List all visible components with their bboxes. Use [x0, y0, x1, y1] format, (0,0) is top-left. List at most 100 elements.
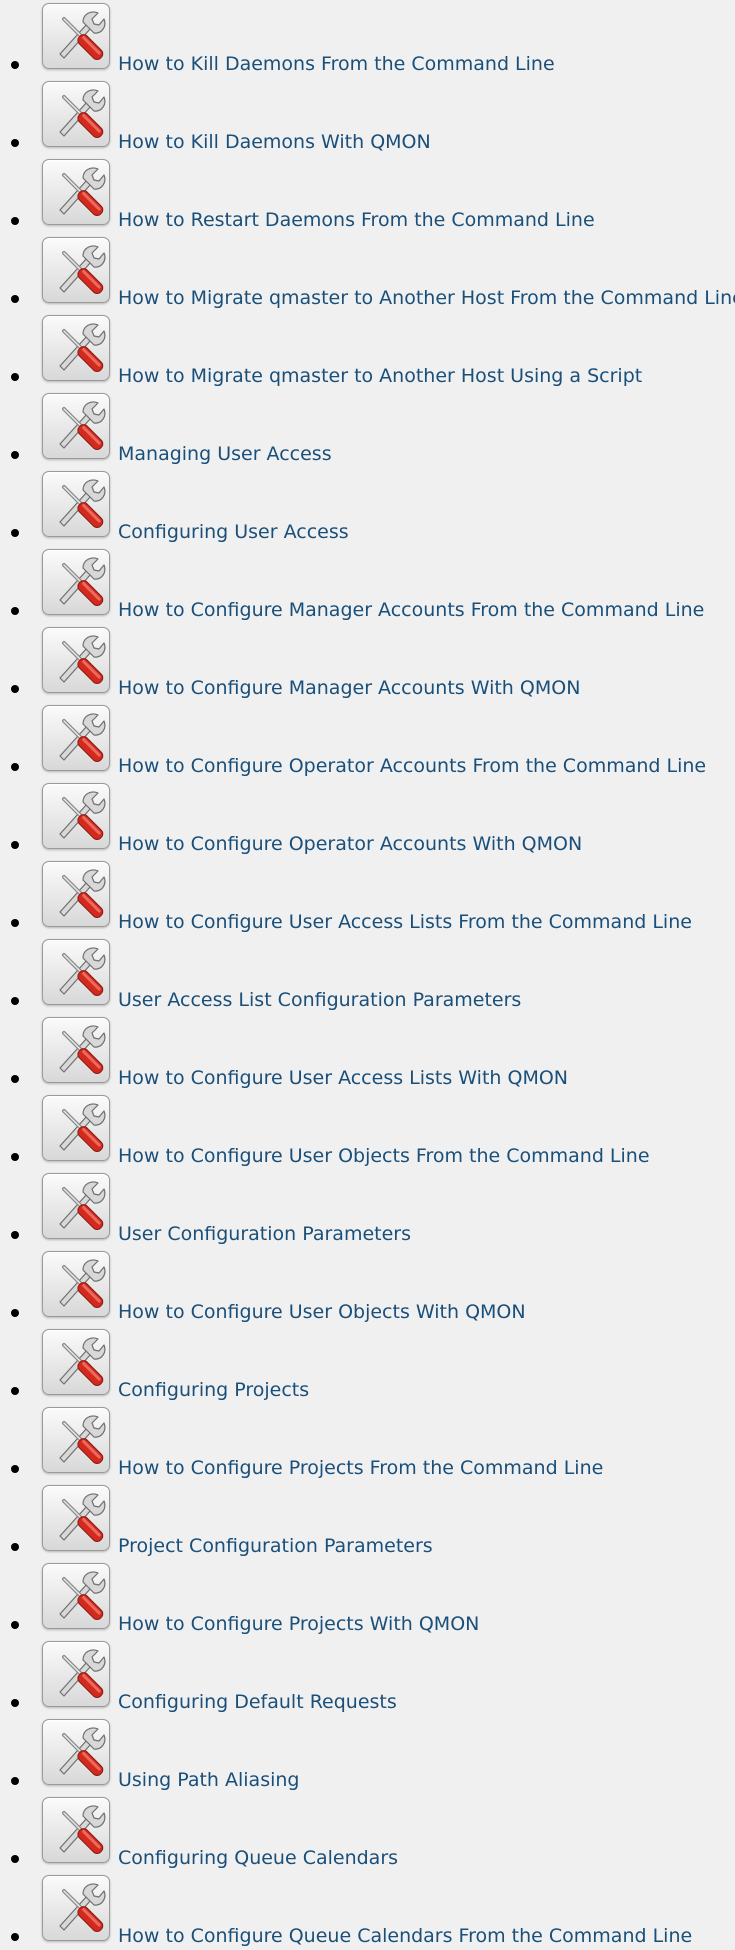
wrench-screwdriver-icon[interactable] — [42, 1251, 110, 1317]
list-item: How to Configure Operator Accounts From … — [0, 702, 735, 780]
topic-link[interactable]: Configuring User Access — [118, 521, 349, 543]
bullet-icon — [11, 139, 19, 147]
wrench-screwdriver-icon[interactable] — [42, 159, 110, 225]
topic-link[interactable]: How to Configure Manager Accounts With Q… — [118, 677, 580, 699]
list-item: Configuring Default Requests — [0, 1638, 735, 1716]
bullet-icon — [11, 763, 19, 771]
list-item: Using Path Aliasing — [0, 1716, 735, 1794]
bullet-icon — [11, 1465, 19, 1473]
list-item: How to Migrate qmaster to Another Host F… — [0, 234, 735, 312]
wrench-screwdriver-icon[interactable] — [42, 3, 110, 69]
bullet-icon — [11, 1543, 19, 1551]
list-item: How to Configure Queue Calendars From th… — [0, 1872, 735, 1950]
topic-link[interactable]: How to Kill Daemons From the Command Lin… — [118, 53, 555, 75]
list-item: How to Restart Daemons From the Command … — [0, 156, 735, 234]
topic-link[interactable]: Project Configuration Parameters — [118, 1535, 433, 1557]
bullet-icon — [11, 1309, 19, 1317]
bullet-icon — [11, 295, 19, 303]
wrench-screwdriver-icon[interactable] — [42, 705, 110, 771]
wrench-screwdriver-icon[interactable] — [42, 1095, 110, 1161]
topic-list: How to Kill Daemons From the Command Lin… — [0, 0, 735, 1950]
topic-link[interactable]: User Configuration Parameters — [118, 1223, 411, 1245]
wrench-screwdriver-icon[interactable] — [42, 393, 110, 459]
bullet-icon — [11, 1699, 19, 1707]
topic-link[interactable]: How to Configure User Objects With QMON — [118, 1301, 526, 1323]
list-item: Configuring Queue Calendars — [0, 1794, 735, 1872]
bullet-icon — [11, 1777, 19, 1785]
list-item: How to Configure User Access Lists With … — [0, 1014, 735, 1092]
list-item: How to Configure Operator Accounts With … — [0, 780, 735, 858]
topic-link[interactable]: How to Configure User Objects From the C… — [118, 1145, 650, 1167]
bullet-icon — [11, 217, 19, 225]
topic-link[interactable]: How to Configure Projects With QMON — [118, 1613, 479, 1635]
topic-link[interactable]: Configuring Default Requests — [118, 1691, 397, 1713]
wrench-screwdriver-icon[interactable] — [42, 315, 110, 381]
wrench-screwdriver-icon[interactable] — [42, 1641, 110, 1707]
wrench-screwdriver-icon[interactable] — [42, 1329, 110, 1395]
list-item: How to Configure User Access Lists From … — [0, 858, 735, 936]
topic-link[interactable]: How to Configure Queue Calendars From th… — [118, 1925, 692, 1947]
list-item: How to Kill Daemons From the Command Lin… — [0, 0, 735, 78]
topic-link[interactable]: How to Restart Daemons From the Command … — [118, 209, 595, 231]
bullet-icon — [11, 529, 19, 537]
bullet-icon — [11, 373, 19, 381]
bullet-icon — [11, 1387, 19, 1395]
topic-link[interactable]: How to Migrate qmaster to Another Host F… — [118, 287, 735, 309]
wrench-screwdriver-icon[interactable] — [42, 549, 110, 615]
topic-link[interactable]: How to Configure Projects From the Comma… — [118, 1457, 603, 1479]
topic-link[interactable]: Managing User Access — [118, 443, 332, 465]
bullet-icon — [11, 1933, 19, 1941]
bullet-icon — [11, 997, 19, 1005]
bullet-icon — [11, 451, 19, 459]
bullet-icon — [11, 919, 19, 927]
wrench-screwdriver-icon[interactable] — [42, 1485, 110, 1551]
list-item: How to Kill Daemons With QMON — [0, 78, 735, 156]
wrench-screwdriver-icon[interactable] — [42, 627, 110, 693]
list-item: How to Configure User Objects With QMON — [0, 1248, 735, 1326]
list-item: Configuring Projects — [0, 1326, 735, 1404]
wrench-screwdriver-icon[interactable] — [42, 1173, 110, 1239]
list-item: User Configuration Parameters — [0, 1170, 735, 1248]
topic-link[interactable]: How to Configure User Access Lists From … — [118, 911, 692, 933]
list-item: How to Configure User Objects From the C… — [0, 1092, 735, 1170]
topic-link[interactable]: How to Migrate qmaster to Another Host U… — [118, 365, 642, 387]
topic-link[interactable]: How to Configure Operator Accounts With … — [118, 833, 582, 855]
list-item: How to Configure Manager Accounts With Q… — [0, 624, 735, 702]
topic-link[interactable]: How to Configure Manager Accounts From t… — [118, 599, 704, 621]
bullet-icon — [11, 1075, 19, 1083]
wrench-screwdriver-icon[interactable] — [42, 783, 110, 849]
wrench-screwdriver-icon[interactable] — [42, 471, 110, 537]
list-item: How to Configure Projects With QMON — [0, 1560, 735, 1638]
topic-link[interactable]: User Access List Configuration Parameter… — [118, 989, 521, 1011]
list-item: How to Configure Manager Accounts From t… — [0, 546, 735, 624]
topic-link[interactable]: How to Kill Daemons With QMON — [118, 131, 431, 153]
bullet-icon — [11, 1231, 19, 1239]
topic-link[interactable]: How to Configure User Access Lists With … — [118, 1067, 568, 1089]
topic-link[interactable]: Configuring Projects — [118, 1379, 309, 1401]
list-item: User Access List Configuration Parameter… — [0, 936, 735, 1014]
topic-link[interactable]: Using Path Aliasing — [118, 1769, 299, 1791]
wrench-screwdriver-icon[interactable] — [42, 1875, 110, 1941]
wrench-screwdriver-icon[interactable] — [42, 1797, 110, 1863]
list-item: Configuring User Access — [0, 468, 735, 546]
wrench-screwdriver-icon[interactable] — [42, 1017, 110, 1083]
bullet-icon — [11, 1153, 19, 1161]
bullet-icon — [11, 607, 19, 615]
bullet-icon — [11, 1855, 19, 1863]
wrench-screwdriver-icon[interactable] — [42, 1407, 110, 1473]
list-item: How to Configure Projects From the Comma… — [0, 1404, 735, 1482]
bullet-icon — [11, 841, 19, 849]
bullet-icon — [11, 61, 19, 69]
bullet-icon — [11, 685, 19, 693]
bullet-icon — [11, 1621, 19, 1629]
wrench-screwdriver-icon[interactable] — [42, 81, 110, 147]
wrench-screwdriver-icon[interactable] — [42, 861, 110, 927]
topic-link[interactable]: Configuring Queue Calendars — [118, 1847, 398, 1869]
wrench-screwdriver-icon[interactable] — [42, 237, 110, 303]
list-item: Managing User Access — [0, 390, 735, 468]
wrench-screwdriver-icon[interactable] — [42, 1563, 110, 1629]
wrench-screwdriver-icon[interactable] — [42, 939, 110, 1005]
topic-link[interactable]: How to Configure Operator Accounts From … — [118, 755, 706, 777]
wrench-screwdriver-icon[interactable] — [42, 1719, 110, 1785]
list-item: How to Migrate qmaster to Another Host U… — [0, 312, 735, 390]
